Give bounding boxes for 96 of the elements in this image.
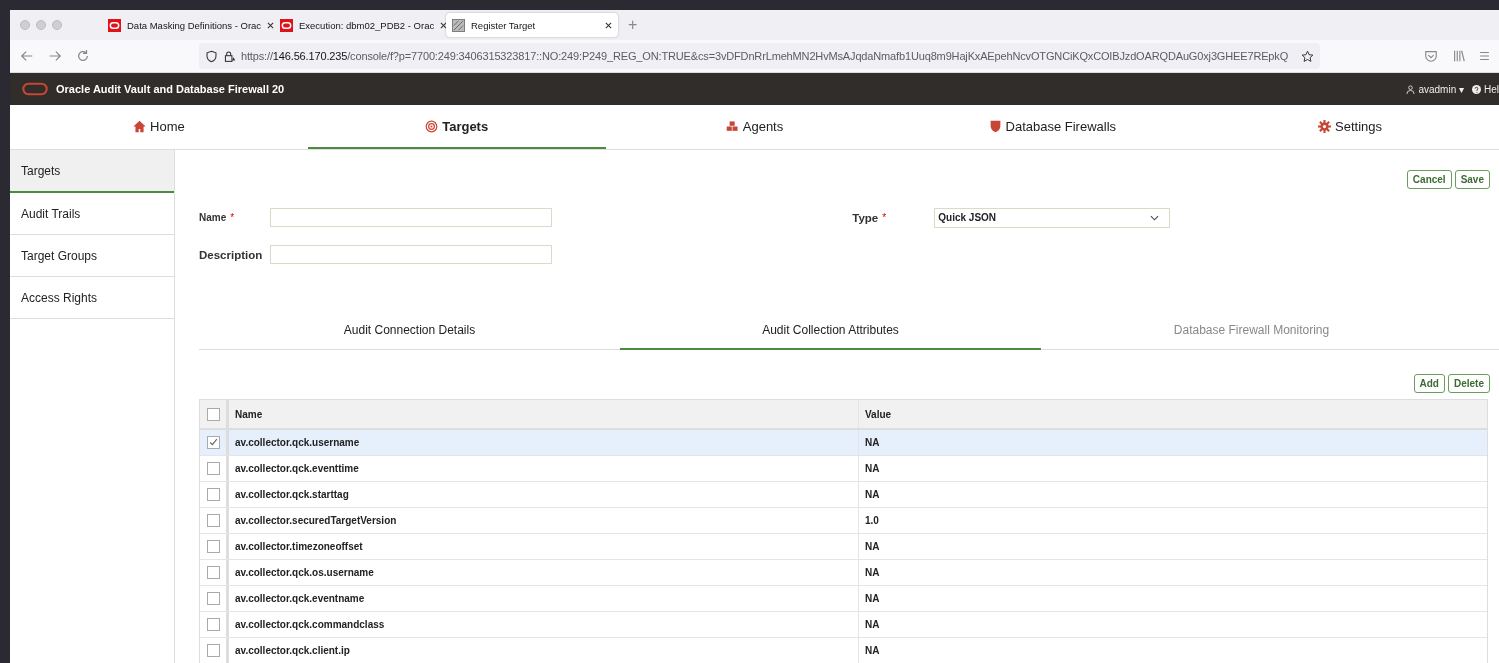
row-checkbox[interactable] (206, 488, 220, 501)
field-label: Description (199, 248, 264, 261)
help-icon (1472, 84, 1481, 94)
table-cell-text: NA (864, 644, 881, 658)
table-cell-text: NA (864, 462, 881, 476)
select-all-checkbox[interactable] (206, 407, 220, 421)
table-cell-text: NA (864, 436, 881, 450)
table-cell-text: NA (864, 488, 881, 502)
nav-tab[interactable]: Home (10, 105, 308, 149)
close-icon[interactable] (267, 21, 275, 29)
menu-icon[interactable] (1480, 49, 1489, 63)
back-icon[interactable] (20, 49, 34, 63)
sidebar-item[interactable]: Access Rights (10, 277, 174, 319)
name-field[interactable] (270, 208, 553, 227)
row-checkbox[interactable] (206, 566, 220, 579)
browser-tab[interactable]: Data Masking Definitions - Orac (102, 13, 274, 37)
description-field[interactable] (270, 245, 552, 264)
reload-icon[interactable] (76, 49, 90, 63)
add-button[interactable]: Add (1413, 374, 1445, 393)
nav-tab[interactable]: Targets (307, 105, 606, 149)
table-cell: av.collector.securedTargetVersion (229, 508, 859, 533)
table-row[interactable]: av.collector.qck.eventtime NA (200, 456, 1487, 482)
table-row[interactable]: av.collector.timezoneoffset NA (200, 534, 1487, 560)
window-zoom-button[interactable] (52, 20, 62, 30)
table-cell: av.collector.timezoneoffset (229, 534, 859, 559)
sidebar-item[interactable]: Targets (10, 150, 174, 193)
target-icon (425, 119, 439, 133)
column-header: Value (864, 407, 893, 422)
table-row[interactable]: av.collector.qck.eventname NA (200, 586, 1487, 612)
row-checkbox[interactable] (206, 514, 220, 527)
table-cell: av.collector.qck.eventtime (229, 456, 859, 481)
lock-icon (223, 49, 236, 63)
delete-button[interactable]: Delete (1448, 374, 1490, 393)
library-icon[interactable] (1452, 49, 1466, 63)
row-checkbox[interactable] (206, 644, 220, 657)
table-cell-text: NA (864, 566, 881, 580)
row-checkbox[interactable] (206, 462, 220, 475)
table-cell: av.collector.qck.commandclass (229, 612, 859, 637)
table-cell-text: 1.0 (864, 514, 880, 528)
table-cell: av.collector.qck.username (229, 430, 859, 455)
sidebar-item[interactable]: Target Groups (10, 235, 174, 277)
table-cell: av.collector.qck.os.username (229, 560, 859, 585)
cancel-button[interactable]: Cancel (1406, 170, 1452, 189)
table-row[interactable]: av.collector.securedTargetVersion 1.0 (200, 508, 1487, 534)
nav-tab[interactable]: Agents (605, 105, 904, 149)
table-row[interactable]: av.collector.qck.commandclass NA (200, 612, 1487, 638)
required-mark: * (882, 212, 888, 223)
section-tab[interactable]: Audit Collection Attributes (620, 311, 1041, 350)
table-cell: av.collector.qck.client.ip (229, 638, 859, 663)
browser-tab[interactable]: Register Target (446, 13, 618, 37)
nav-tab[interactable]: Database Firewalls (903, 105, 1202, 149)
row-checkbox[interactable] (206, 436, 220, 449)
pocket-icon[interactable] (1424, 49, 1438, 63)
close-icon[interactable] (605, 21, 612, 29)
required-mark: * (230, 212, 236, 223)
oracle-logo-icon (22, 82, 48, 96)
field-label: Type (852, 211, 879, 224)
page-icon (452, 18, 465, 32)
browser-tab[interactable]: Execution: dbm02_PDB2 - Orac (274, 13, 446, 37)
window-close-button[interactable] (20, 20, 30, 30)
star-icon[interactable] (1301, 49, 1314, 63)
table-row[interactable]: av.collector.qck.starttag NA (200, 482, 1487, 508)
gear-icon (1318, 119, 1332, 133)
nav-tab[interactable]: Settings (1201, 105, 1499, 149)
window-minimize-button[interactable] (36, 20, 46, 30)
table-row[interactable]: av.collector.qck.username NA (200, 430, 1487, 456)
address-bar[interactable]: https://146.56.170.235/console/f?p=7700:249:3406315323817::NO:249:P249_REG_ON:TRUE&cs=3vDFDnRrLmehMN2HvMsAJqdaNmafb1Uuq8m9HajKxAEpehNcvOTGNCiKQxCOIBJzdOARQDAuG0xj3GHEE7REpkQ (199, 43, 1320, 69)
table-cell-text: NA (864, 618, 881, 632)
cubes-icon (725, 119, 739, 133)
field-label: Name (199, 212, 227, 223)
save-button[interactable]: Save (1454, 170, 1490, 189)
table-row[interactable]: av.collector.qck.client.ip NA (200, 638, 1487, 663)
oracle-logo-icon (280, 18, 293, 32)
table-cell-text: NA (864, 592, 881, 606)
table-row[interactable]: av.collector.qck.os.username NA (200, 560, 1487, 586)
column-header: Name (229, 400, 859, 428)
chevron-down-icon (1150, 214, 1160, 221)
user-menu[interactable]: avadmin ▾ (1406, 83, 1464, 95)
url-text: https://146.56.170.235/console/f?p=7700:249:3406315323817::NO:249:P249_REG_ON:TRUE&cs=3vDFDnRrLmehMN2HvMsAJqdaNmafb1Uuq8m9HajKxAEpehNcvOTGNCiKQxCOIBJzdOARQDAuG0xj3GHEE7REpkQ (241, 50, 1290, 62)
app-title: Oracle Audit Vault and Database Firewall 20 (56, 83, 285, 95)
shield-icon (988, 119, 1002, 133)
row-checkbox[interactable] (206, 540, 220, 553)
help-link[interactable]: Hel (1472, 83, 1499, 95)
table-cell: av.collector.qck.eventname (229, 586, 859, 611)
table-cell-text: NA (864, 540, 881, 554)
section-tab[interactable]: Audit Connection Details (199, 311, 620, 350)
forward-icon[interactable] (48, 49, 62, 63)
shield-icon (205, 49, 218, 63)
row-checkbox[interactable] (206, 618, 220, 631)
home-icon (133, 119, 147, 133)
row-checkbox[interactable] (206, 592, 220, 605)
user-icon (1406, 84, 1416, 94)
sidebar-item[interactable]: Audit Trails (10, 193, 174, 235)
oracle-logo-icon (108, 18, 121, 32)
table-cell: av.collector.qck.starttag (229, 482, 859, 507)
type-dropdown[interactable]: Quick JSON (934, 207, 1171, 228)
